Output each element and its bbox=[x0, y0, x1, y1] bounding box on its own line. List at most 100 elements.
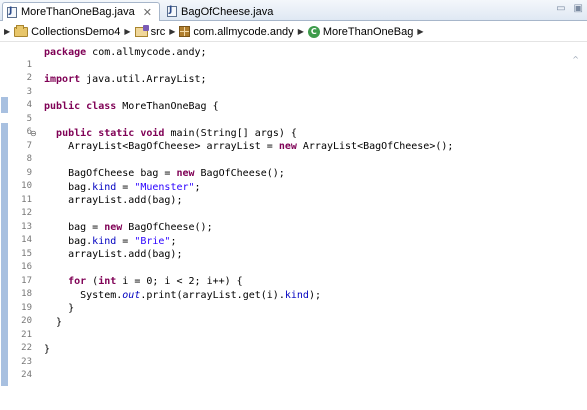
code-text[interactable]: } bbox=[44, 343, 50, 356]
keyword: static bbox=[98, 128, 135, 139]
code-line[interactable]: 21 } bbox=[0, 316, 560, 340]
code-text[interactable]: bag.kind = "Brie"; bbox=[44, 235, 176, 248]
code-line[interactable]: 10 BagOfCheese bag = new BagOfCheese(); bbox=[0, 167, 560, 191]
chevron-right-icon[interactable]: ▶ bbox=[169, 27, 175, 36]
keyword: new bbox=[104, 222, 123, 233]
chevron-right-icon[interactable]: ▶ bbox=[298, 27, 304, 36]
breadcrumb-class-label: MoreThanOneBag bbox=[322, 25, 414, 38]
code-line[interactable]: 24 bbox=[0, 356, 560, 380]
chevron-right-icon[interactable]: ▶ bbox=[417, 27, 423, 36]
breadcrumb-package-label: com.allmycode.andy bbox=[193, 25, 294, 38]
code-text[interactable]: import java.util.ArrayList; bbox=[44, 73, 207, 86]
maximize-icon[interactable]: ▣ bbox=[574, 3, 583, 14]
code-text[interactable]: package com.allmycode.andy; bbox=[44, 46, 207, 59]
code-segment: ArrayList<BagOfCheese> arrayList = bbox=[44, 141, 279, 152]
code-line[interactable]: 23 } bbox=[0, 343, 560, 367]
code-line[interactable]: 20 } bbox=[0, 302, 560, 326]
code-segment: .print(arrayList.get(i). bbox=[140, 290, 285, 301]
code-line[interactable]: 4 bbox=[0, 86, 560, 110]
code-line[interactable]: 22 bbox=[0, 329, 560, 353]
code-segment: com.allmycode.andy; bbox=[86, 47, 207, 58]
tab-label: BagOfCheese.java bbox=[181, 5, 274, 18]
code-text[interactable]: arrayList.add(bag); bbox=[44, 194, 182, 207]
editor-tab-bar: MoreThanOneBag.java ✕ BagOfCheese.java ▭… bbox=[0, 0, 587, 21]
code-line[interactable]: 1 package com.allmycode.andy; bbox=[0, 46, 560, 70]
tab-morethanonebag[interactable]: MoreThanOneBag.java ✕ bbox=[2, 2, 160, 21]
code-segment: BagOfCheese(); bbox=[122, 222, 213, 233]
code-segment: BagOfCheese bag = bbox=[44, 168, 177, 179]
code-text[interactable]: System.out.print(arrayList.get(i).kind); bbox=[44, 289, 321, 302]
code-line[interactable]: 11 bag.kind = "Muenster"; bbox=[0, 181, 560, 205]
keyword: new bbox=[278, 141, 297, 152]
fold-collapse-icon[interactable]: ⊖ bbox=[30, 127, 37, 140]
package-icon bbox=[179, 26, 191, 37]
code-line[interactable]: 15 bag.kind = "Brie"; bbox=[0, 235, 560, 259]
keyword: new bbox=[176, 168, 195, 179]
code-line[interactable]: 18 for (int i = 0; i < 2; i++) { bbox=[0, 275, 560, 299]
code-segment: bag. bbox=[44, 182, 93, 193]
code-segment: ; bbox=[194, 182, 201, 193]
code-segment: java.util.ArrayList; bbox=[80, 74, 207, 85]
code-segment: BagOfCheese(); bbox=[194, 168, 285, 179]
code-segment: ; bbox=[170, 236, 177, 247]
keyword: public bbox=[44, 101, 81, 112]
code-line[interactable]: 2 bbox=[0, 59, 560, 83]
code-segment: main(String[] args) { bbox=[164, 128, 297, 139]
keyword: import bbox=[44, 74, 81, 85]
chevron-right-icon[interactable]: ▶ bbox=[124, 27, 130, 36]
keyword: public bbox=[56, 128, 93, 139]
code-line[interactable]: 14 bag = new BagOfCheese(); bbox=[0, 221, 560, 245]
chevron-right-icon[interactable]: ▶ bbox=[4, 27, 10, 36]
code-editor[interactable]: ^ 1 package com.allmycode.andy; 2 3 impo… bbox=[0, 43, 587, 410]
scroll-up-icon[interactable]: ^ bbox=[572, 55, 579, 64]
tab-bagofcheese[interactable]: BagOfCheese.java bbox=[163, 2, 273, 21]
code-text[interactable]: BagOfCheese bag = new BagOfCheese(); bbox=[44, 167, 285, 180]
code-line[interactable]: 9 bbox=[0, 154, 560, 178]
code-line[interactable]: 6 bbox=[0, 113, 560, 137]
code-segment: MoreThanOneBag { bbox=[116, 101, 219, 112]
code-line[interactable]: 17 bbox=[0, 262, 560, 286]
keyword: for bbox=[68, 276, 87, 287]
code-text[interactable]: bag.kind = "Muenster"; bbox=[44, 181, 201, 194]
code-segment: ); bbox=[308, 290, 321, 301]
code-line[interactable]: 7 ⊖ public static void main(String[] arg… bbox=[0, 127, 560, 151]
line-number: 24 bbox=[21, 370, 32, 380]
breadcrumb-class[interactable]: C MoreThanOneBag bbox=[307, 25, 414, 38]
tab-label: MoreThanOneBag.java bbox=[21, 6, 135, 18]
string-literal: "Brie" bbox=[134, 236, 171, 247]
java-file-icon bbox=[7, 6, 17, 18]
code-line[interactable]: 19 System.out.print(arrayList.get(i).kin… bbox=[0, 289, 560, 313]
code-segment: bag = bbox=[44, 222, 105, 233]
code-segment: = bbox=[116, 182, 135, 193]
field-name: kind bbox=[92, 182, 117, 193]
breadcrumb: ▶ CollectionsDemo4 ▶ src ▶ com.allmycode… bbox=[0, 22, 587, 42]
breadcrumb-project[interactable]: CollectionsDemo4 bbox=[14, 24, 120, 38]
window-controls: ▭ ▣ bbox=[556, 3, 583, 14]
keyword: void bbox=[140, 128, 165, 139]
keyword: class bbox=[86, 101, 117, 112]
code-text[interactable]: ArrayList<BagOfCheese> arrayList = new A… bbox=[44, 140, 453, 153]
code-line[interactable]: 5 public class MoreThanOneBag { bbox=[0, 100, 560, 124]
code-text[interactable]: public class MoreThanOneBag { bbox=[44, 100, 219, 113]
close-icon[interactable]: ✕ bbox=[143, 6, 152, 19]
code-line[interactable]: 16 arrayList.add(bag); bbox=[0, 248, 560, 272]
code-line[interactable]: 12 arrayList.add(bag); bbox=[0, 194, 560, 218]
class-icon: C bbox=[307, 25, 320, 38]
code-text[interactable]: } bbox=[44, 316, 62, 329]
code-segment: i = 0; i < 2; i++) { bbox=[116, 276, 243, 287]
code-segment: ( bbox=[86, 276, 99, 287]
code-text[interactable]: for (int i = 0; i < 2; i++) { bbox=[44, 275, 243, 288]
code-line[interactable]: 13 bbox=[0, 208, 560, 232]
keyword: package bbox=[44, 47, 87, 58]
code-line[interactable]: 3 import java.util.ArrayList; bbox=[0, 73, 560, 97]
code-text[interactable]: bag = new BagOfCheese(); bbox=[44, 221, 213, 234]
breadcrumb-package[interactable]: com.allmycode.andy bbox=[179, 25, 294, 38]
code-text[interactable]: arrayList.add(bag); bbox=[44, 248, 182, 261]
code-line[interactable]: 8 ArrayList<BagOfCheese> arrayList = new… bbox=[0, 140, 560, 164]
source-folder-icon bbox=[134, 24, 149, 37]
string-literal: "Muenster" bbox=[134, 182, 195, 193]
code-text[interactable]: public static void main(String[] args) { bbox=[44, 127, 297, 140]
minimize-icon[interactable]: ▭ bbox=[556, 3, 565, 14]
code-text[interactable]: } bbox=[44, 302, 74, 315]
breadcrumb-src[interactable]: src bbox=[134, 24, 165, 38]
